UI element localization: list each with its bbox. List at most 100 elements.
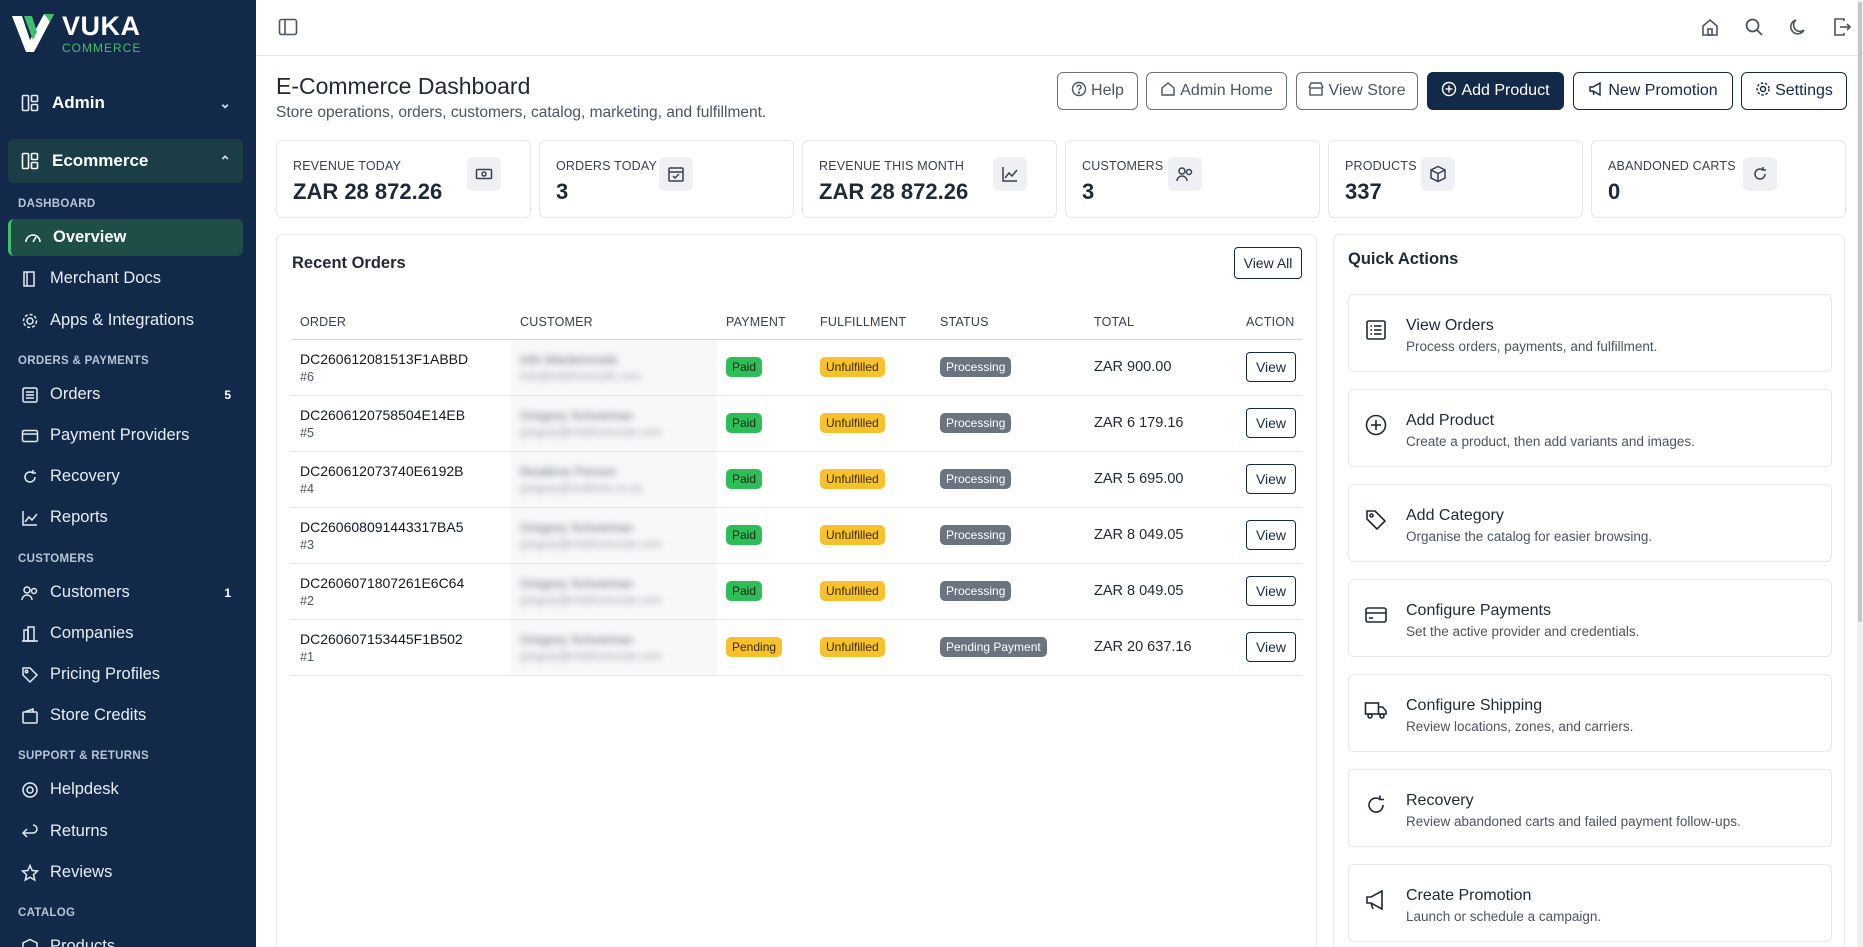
sidebar-item-label: Pricing Profiles <box>50 665 161 683</box>
sidebar-item-overview[interactable]: Overview <box>8 219 243 256</box>
order-cell[interactable]: DC260607153445F1B502 #1 <box>291 619 511 676</box>
view-store-button[interactable]: View Store <box>1296 72 1418 110</box>
add-product-button[interactable]: Add Product <box>1427 72 1564 110</box>
quick-action-title: Create Promotion <box>1406 887 1532 904</box>
help-button[interactable]: Help <box>1057 72 1138 110</box>
sidebar-item-apps[interactable]: Apps & Integrations <box>8 302 243 339</box>
column-header[interactable]: STATUS <box>931 305 1085 340</box>
view-order-button[interactable]: View <box>1246 408 1296 438</box>
credit-card-icon <box>1363 602 1389 628</box>
sidebar-item-helpdesk[interactable]: Helpdesk <box>8 771 243 808</box>
sidebar-item-label: Customers <box>50 583 130 601</box>
sidebar-item-products[interactable]: Products <box>8 928 243 947</box>
page-scrollbar[interactable] <box>1857 0 1863 947</box>
ecommerce-section-toggle[interactable]: Ecommerce ⌃ <box>8 139 243 183</box>
status-badge: Processing <box>940 413 1012 433</box>
column-header[interactable]: FULFILLMENT <box>811 305 931 340</box>
sidebar-item-label: Reports <box>50 508 108 526</box>
order-number[interactable]: DC260608091443317BA5 <box>300 519 511 535</box>
quick-action-title: Configure Payments <box>1406 602 1551 619</box>
status-cell: Processing <box>931 339 1085 396</box>
view-all-button[interactable]: View All <box>1234 247 1302 279</box>
view-order-button[interactable]: View <box>1246 576 1296 606</box>
return-arrow-icon <box>20 822 40 842</box>
quick-action-description: Set the active provider and credentials. <box>1406 624 1640 639</box>
quick-action-description: Review locations, zones, and carriers. <box>1406 719 1634 734</box>
quick-action-create-promotion[interactable]: Create Promotion Launch or schedule a cam… <box>1348 864 1832 942</box>
column-header[interactable]: TOTAL <box>1085 305 1237 340</box>
quick-action-add-product[interactable]: Add Product Create a product, then add va… <box>1348 389 1832 467</box>
fulfillment-cell: Unfulfilled <box>811 451 931 508</box>
table-row: DC260607153445F1B502 #1 Gregory Schoeman gr… <box>291 619 1302 676</box>
sidebar-item-pricing-profiles[interactable]: Pricing Profiles <box>8 656 243 693</box>
list-icon <box>20 385 40 405</box>
group-label-support-returns: SUPPORT & RETURNS <box>18 750 149 762</box>
column-header[interactable]: ORDER <box>291 305 511 340</box>
order-cell[interactable]: DC260608091443317BA5 #3 <box>291 507 511 564</box>
page-title: E-Commerce Dashboard <box>276 73 531 99</box>
quick-action-title: Add Category <box>1406 507 1504 524</box>
view-order-button[interactable]: View <box>1246 464 1296 494</box>
scrollbar-thumb[interactable] <box>1858 2 1862 622</box>
sidebar-item-reviews[interactable]: Reviews <box>8 854 243 891</box>
group-label-catalog: CATALOG <box>18 907 76 919</box>
status-badge: Pending Payment <box>940 637 1047 657</box>
order-cell[interactable]: DC2606120758504E14EB #5 <box>291 395 511 452</box>
order-number[interactable]: DC260612073740E6192B <box>300 463 511 479</box>
quick-action-configure-payments[interactable]: Configure Payments Set the active provide… <box>1348 579 1832 657</box>
view-order-button[interactable]: View <box>1246 520 1296 550</box>
search-icon[interactable] <box>1743 16 1765 38</box>
moon-icon[interactable] <box>1787 16 1809 38</box>
orders-table: ORDER CUSTOMER PAYMENT FULFILLMENT STATU… <box>291 305 1302 676</box>
total-cell: ZAR 8 049.05 <box>1085 507 1237 564</box>
total-cell: ZAR 900.00 <box>1085 339 1237 396</box>
payment-cell: Pending <box>717 619 811 676</box>
order-cell[interactable]: DC260612081513F1ABBD #6 <box>291 339 511 396</box>
quick-action-recovery[interactable]: Recovery Review abandoned carts and faile… <box>1348 769 1832 847</box>
list-icon <box>1363 317 1389 343</box>
sidebar-toggle-icon[interactable] <box>278 18 298 36</box>
sidebar-item-orders[interactable]: Orders 5 <box>8 376 243 413</box>
order-number[interactable]: DC260607153445F1B502 <box>300 631 511 647</box>
order-index: #5 <box>300 425 314 440</box>
customer-cell: Gregory Schoeman gregory@mailmorcode.com <box>511 563 717 620</box>
sidebar-item-companies[interactable]: Companies <box>8 615 243 652</box>
home-icon[interactable] <box>1699 16 1721 38</box>
logout-icon[interactable] <box>1831 16 1853 38</box>
column-header[interactable]: CUSTOMER <box>511 305 717 340</box>
sidebar-item-payment-providers[interactable]: Payment Providers <box>8 417 243 454</box>
sidebar-item-returns[interactable]: Returns <box>8 813 243 850</box>
sidebar-item-reports[interactable]: Reports <box>8 499 243 536</box>
order-cell[interactable]: DC260612073740E6192B #4 <box>291 451 511 508</box>
quick-action-configure-shipping[interactable]: Configure Shipping Review locations, zone… <box>1348 674 1832 752</box>
sidebar-item-label: Store Credits <box>50 706 147 724</box>
brand[interactable]: VUKA COMMERCE <box>0 0 256 66</box>
admin-section-toggle[interactable]: Admin ⌄ <box>8 81 243 125</box>
fulfillment-badge: Unfulfilled <box>820 637 885 657</box>
settings-button[interactable]: Settings <box>1741 72 1847 110</box>
table-row: DC260612081513F1ABBD #6 Info Mantenceda inf… <box>291 339 1302 396</box>
fulfillment-cell: Unfulfilled <box>811 619 931 676</box>
view-order-button[interactable]: View <box>1246 352 1296 382</box>
view-order-button[interactable]: View <box>1246 632 1296 662</box>
sidebar-item-store-credits[interactable]: Store Credits <box>8 697 243 734</box>
status-cell: Pending Payment <box>931 619 1085 676</box>
order-number[interactable]: DC2606071807261E6C64 <box>300 575 511 591</box>
quick-action-add-category[interactable]: Add Category Organise the catalog for eas… <box>1348 484 1832 562</box>
sidebar-item-customers[interactable]: Customers 1 <box>8 574 243 611</box>
table-row: DC2606120758504E14EB #5 Gregory Schoeman gr… <box>291 395 1302 452</box>
refresh-icon <box>1743 157 1777 191</box>
order-number[interactable]: DC2606120758504E14EB <box>300 407 511 423</box>
sidebar-item-label: Returns <box>50 822 108 840</box>
order-cell[interactable]: DC2606071807261E6C64 #2 <box>291 563 511 620</box>
quick-action-description: Launch or schedule a campaign. <box>1406 909 1602 924</box>
quick-action-view-orders[interactable]: View Orders Process orders, payments, and… <box>1348 294 1832 372</box>
payment-badge: Paid <box>726 357 763 377</box>
new-promotion-button[interactable]: New Promotion <box>1573 72 1733 110</box>
quick-action-description: Process orders, payments, and fulfillmen… <box>1406 339 1658 354</box>
sidebar-item-merchant-docs[interactable]: Merchant Docs <box>8 260 243 297</box>
admin-home-button[interactable]: Admin Home <box>1146 72 1287 110</box>
sidebar-item-recovery[interactable]: Recovery <box>8 458 243 495</box>
order-number[interactable]: DC260612081513F1ABBD <box>300 351 511 367</box>
column-header[interactable]: PAYMENT <box>717 305 811 340</box>
